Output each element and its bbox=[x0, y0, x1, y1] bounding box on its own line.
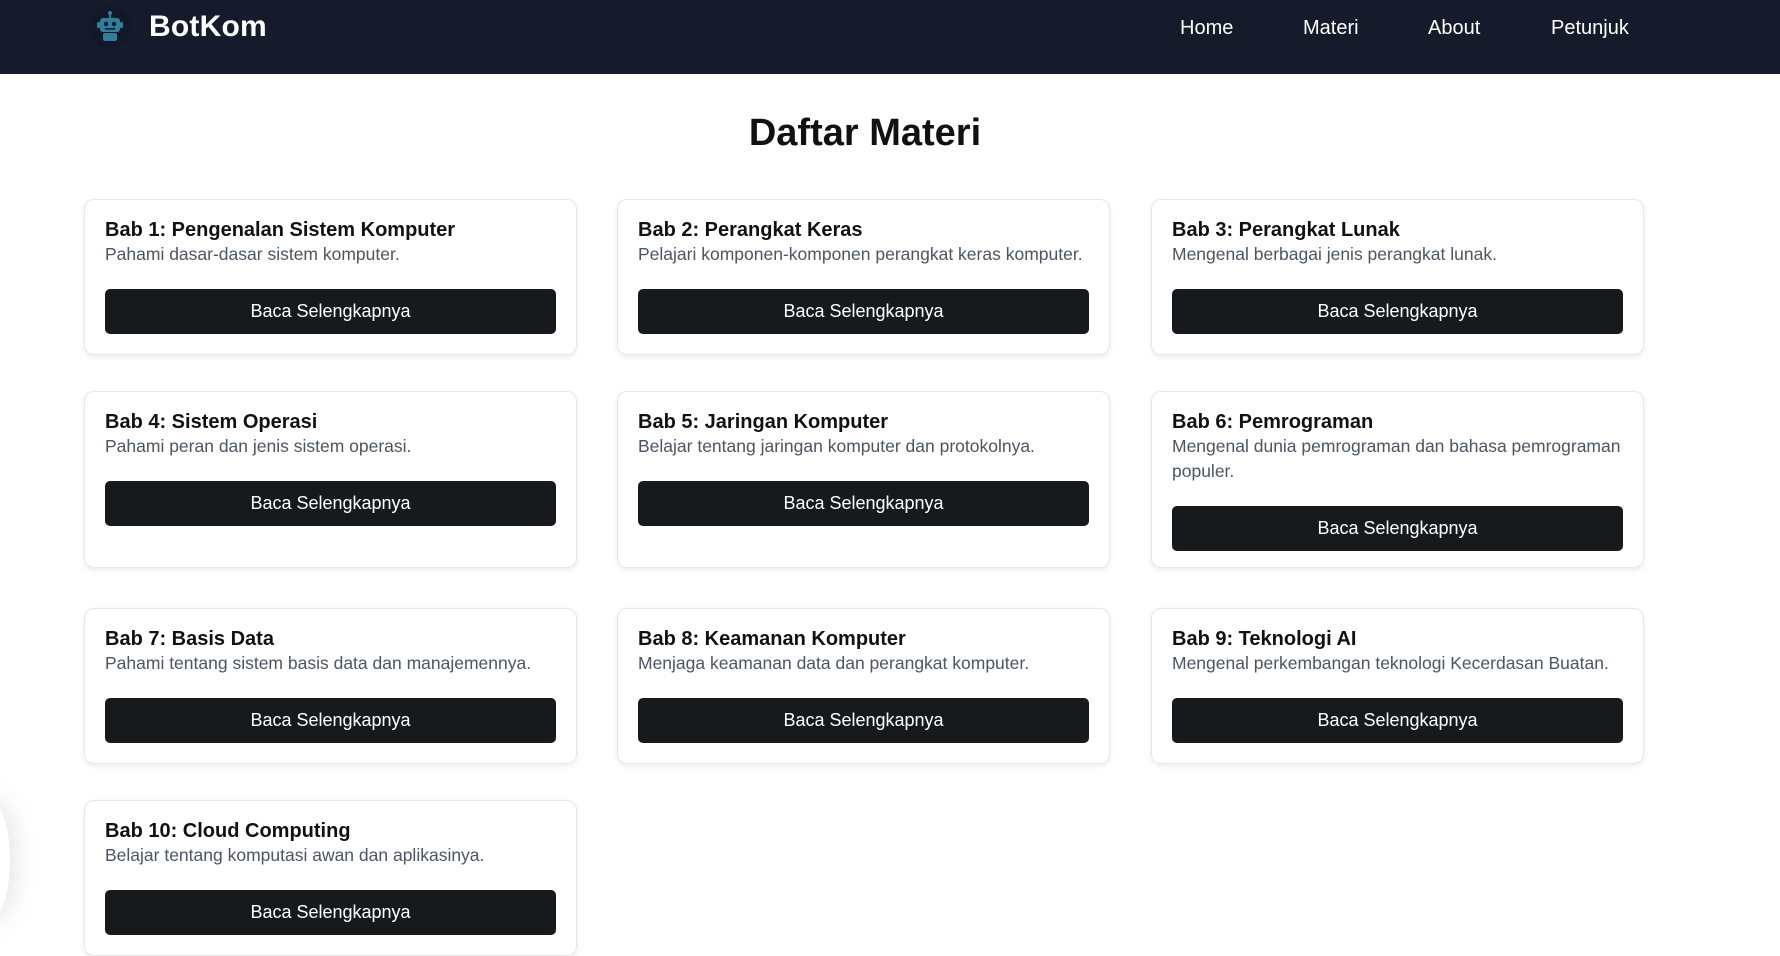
read-more-button[interactable]: Baca Selengkapnya bbox=[105, 698, 556, 743]
card-title: Bab 2: Perangkat Keras bbox=[638, 219, 863, 241]
scroll-edge-shadow bbox=[0, 800, 10, 920]
top-navbar: BotKom Home Materi About Petunjuk bbox=[0, 0, 1780, 74]
card-title: Bab 8: Keamanan Komputer bbox=[638, 628, 906, 650]
card-title: Bab 10: Cloud Computing bbox=[105, 820, 351, 842]
card-title: Bab 5: Jaringan Komputer bbox=[638, 411, 889, 433]
nav-link-materi[interactable]: Materi bbox=[1303, 17, 1359, 40]
card-title: Bab 1: Pengenalan Sistem Komputer bbox=[105, 219, 456, 241]
card-title: Bab 9: Teknologi AI bbox=[1172, 628, 1357, 650]
material-card: Bab 8: Keamanan Komputer Menjaga keamana… bbox=[617, 608, 1110, 764]
material-card: Bab 5: Jaringan Komputer Belajar tentang… bbox=[617, 391, 1110, 568]
read-more-button[interactable]: Baca Selengkapnya bbox=[1172, 289, 1623, 334]
card-title: Bab 6: Pemrograman bbox=[1172, 411, 1374, 433]
read-more-button[interactable]: Baca Selengkapnya bbox=[638, 481, 1089, 526]
read-more-button[interactable]: Baca Selengkapnya bbox=[105, 481, 556, 526]
material-card: Bab 6: Pemrograman Mengenal dunia pemrog… bbox=[1151, 391, 1644, 568]
material-card: Bab 7: Basis Data Pahami tentang sistem … bbox=[84, 608, 577, 764]
nav-link-petunjuk[interactable]: Petunjuk bbox=[1551, 17, 1629, 40]
card-description: Mengenal dunia pemrograman dan bahasa pe… bbox=[1172, 436, 1621, 481]
material-card: Bab 4: Sistem Operasi Pahami peran dan j… bbox=[84, 391, 577, 568]
nav-link-home[interactable]: Home bbox=[1180, 17, 1233, 40]
card-description: Pahami dasar-dasar sistem komputer. bbox=[105, 244, 400, 264]
material-card: Bab 3: Perangkat Lunak Mengenal berbagai… bbox=[1151, 199, 1644, 355]
page-title: Daftar Materi bbox=[748, 112, 982, 154]
card-description: Belajar tentang jaringan komputer dan pr… bbox=[638, 436, 1035, 456]
material-card: Bab 1: Pengenalan Sistem Komputer Pahami… bbox=[84, 199, 577, 355]
card-description: Mengenal berbagai jenis perangkat lunak. bbox=[1172, 244, 1497, 264]
material-card: Bab 10: Cloud Computing Belajar tentang … bbox=[84, 800, 577, 956]
card-title: Bab 3: Perangkat Lunak bbox=[1172, 219, 1400, 241]
card-description: Pelajari komponen-komponen perangkat ker… bbox=[638, 244, 1083, 264]
card-description: Menjaga keamanan data dan perangkat komp… bbox=[638, 653, 1030, 673]
read-more-button[interactable]: Baca Selengkapnya bbox=[638, 289, 1089, 334]
material-card: Bab 2: Perangkat Keras Pelajari komponen… bbox=[617, 199, 1110, 355]
read-more-button[interactable]: Baca Selengkapnya bbox=[1172, 506, 1623, 551]
nav-link-about[interactable]: About bbox=[1428, 17, 1480, 40]
material-card: Bab 9: Teknologi AI Mengenal perkembanga… bbox=[1151, 608, 1644, 764]
read-more-button[interactable]: Baca Selengkapnya bbox=[638, 698, 1089, 743]
card-description: Mengenal perkembangan teknologi Kecerdas… bbox=[1172, 653, 1609, 673]
card-title: Bab 7: Basis Data bbox=[105, 628, 274, 650]
card-description: Pahami peran dan jenis sistem operasi. bbox=[105, 436, 412, 456]
card-description: Belajar tentang komputasi awan dan aplik… bbox=[105, 845, 485, 865]
read-more-button[interactable]: Baca Selengkapnya bbox=[1172, 698, 1623, 743]
card-title: Bab 4: Sistem Operasi bbox=[105, 411, 318, 433]
read-more-button[interactable]: Baca Selengkapnya bbox=[105, 289, 556, 334]
card-description: Pahami tentang sistem basis data dan man… bbox=[105, 653, 532, 673]
nav-links: Home Materi About Petunjuk bbox=[0, 17, 1780, 41]
